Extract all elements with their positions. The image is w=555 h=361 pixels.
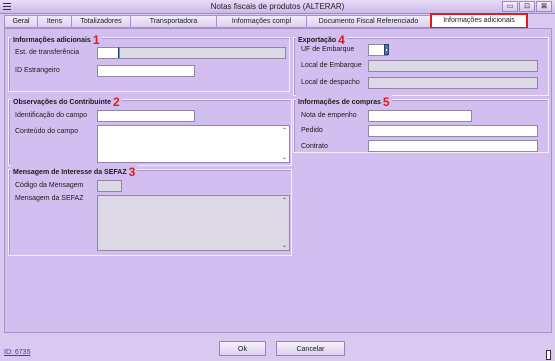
conteudo-campo-textarea[interactable]: ⌃ ⌄	[97, 125, 290, 163]
nota-empenho-field[interactable]	[368, 110, 472, 122]
identificacao-campo-label: Identificação do campo	[15, 112, 87, 119]
tab-content-panel: Informações adicionais 1 Est. de transfer…	[4, 28, 552, 333]
conteudo-campo-label: Conteúdo do campo	[15, 128, 79, 135]
est-transferencia-label: Est. de transferência	[15, 49, 80, 56]
record-id-link[interactable]: ID: 6735	[4, 349, 30, 356]
group-informacoes-adicionais: Informações adicionais 1 Est. de transfer…	[8, 33, 290, 92]
close-icon[interactable]: ⊠	[536, 1, 552, 12]
tab-documento-fiscal-referenciado[interactable]: Documento Fiscal Referenciado	[306, 15, 431, 28]
title-bar: Notas fiscais de produtos (ALTERAR) ▭ ⊡ …	[0, 0, 555, 14]
group-informacoes-compras: Informações de compras 5 Nota de empenho …	[293, 95, 549, 153]
tab-bar: Geral Itens Totalizadores Transportadora…	[4, 13, 553, 29]
group-title: Mensagem de Interesse da SEFAZ	[13, 169, 127, 176]
scroll-down-icon[interactable]: ⌄	[282, 154, 287, 161]
scroll-up-icon[interactable]: ⌃	[282, 127, 287, 134]
group-observacoes-contribuinte: Observações do Contribuinte 2 Identificaç…	[8, 95, 292, 166]
tab-totalizadores[interactable]: Totalizadores	[71, 15, 131, 28]
minimize-icon[interactable]: ▭	[502, 1, 518, 12]
resize-grip-icon[interactable]	[546, 350, 551, 360]
id-estrangeiro-field[interactable]	[97, 65, 195, 77]
local-embarque-field	[368, 60, 538, 72]
dropdown-arrow-icon[interactable]	[384, 44, 389, 55]
main-window: Notas fiscais de produtos (ALTERAR) ▭ ⊡ …	[0, 0, 555, 361]
pedido-label: Pedido	[301, 127, 323, 134]
tab-itens[interactable]: Itens	[37, 15, 72, 28]
footer-bar: ID: 6735 Ok Cancelar	[0, 336, 555, 361]
scroll-down-icon[interactable]: ⌄	[282, 242, 287, 249]
mensagem-sefaz-textarea: ⌃ ⌄	[97, 195, 290, 251]
group-title: Informações adicionais	[13, 37, 91, 44]
codigo-mensagem-field	[97, 180, 122, 192]
tab-transportadora[interactable]: Transportadora	[130, 15, 217, 28]
scroll-up-icon[interactable]: ⌃	[282, 197, 287, 204]
id-estrangeiro-label: ID Estrangeiro	[15, 67, 60, 74]
contrato-field[interactable]	[368, 140, 538, 152]
tab-informacoes-compl[interactable]: Informações compl	[216, 15, 307, 28]
marker-number: 4	[338, 33, 345, 47]
est-transferencia-description	[119, 47, 286, 59]
nota-empenho-label: Nota de empenho	[301, 112, 357, 119]
group-title: Exportação	[298, 37, 337, 44]
cancel-button[interactable]: Cancelar	[276, 341, 345, 356]
identificacao-campo-field[interactable]	[97, 110, 195, 122]
uf-embarque-label: UF de Embarque	[301, 46, 355, 53]
group-title: Informações de compras	[298, 99, 381, 106]
contrato-label: Contrato	[301, 143, 328, 150]
marker-number: 1	[92, 33, 100, 47]
tab-geral[interactable]: Geral	[4, 15, 38, 28]
group-exportacao: Exportação 4 UF de Embarque Local de Emba…	[293, 33, 549, 96]
tab-informacoes-adicionais[interactable]: Informações adicionais	[430, 13, 528, 29]
local-despacho-label: Local de despacho	[301, 79, 360, 86]
local-despacho-field	[368, 77, 538, 89]
marker-number: 3	[128, 165, 136, 179]
codigo-mensagem-label: Código da Mensagem	[15, 182, 84, 189]
marker-number: 2	[113, 95, 120, 109]
marker-number: 5	[382, 95, 390, 109]
mensagem-sefaz-label: Mensagem da SEFAZ	[15, 195, 84, 202]
window-title: Notas fiscais de produtos (ALTERAR)	[210, 2, 345, 11]
local-embarque-label: Local de Embarque	[301, 62, 362, 69]
group-mensagem-sefaz: Mensagem de Interesse da SEFAZ 3 Código d…	[8, 165, 292, 256]
maximize-icon[interactable]: ⊡	[519, 1, 535, 12]
ok-button[interactable]: Ok	[219, 341, 266, 356]
pedido-field[interactable]	[368, 125, 538, 137]
group-title: Observações do Contribuinte	[13, 99, 112, 106]
